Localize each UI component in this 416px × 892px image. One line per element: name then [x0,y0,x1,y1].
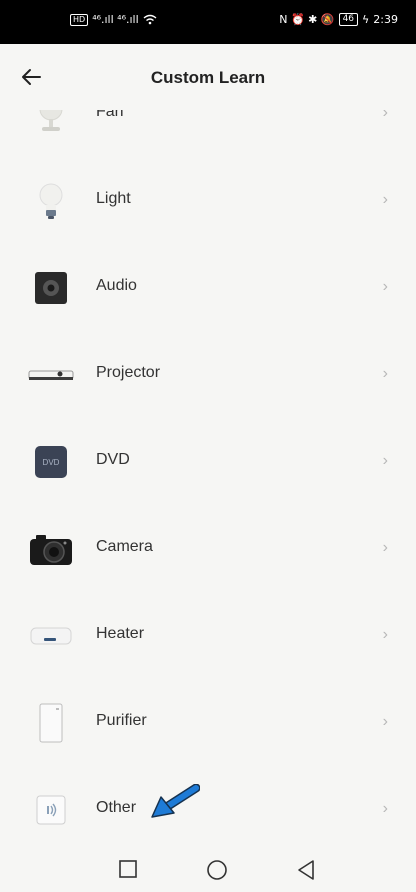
device-label-fan: Fan [96,110,124,120]
system-nav-bar [0,847,416,892]
chevron-right-icon: › [382,365,388,382]
device-list[interactable]: Fan › Light › Audio › Projector › DVD DV… [0,110,416,847]
device-label-camera: Camera [96,538,153,555]
device-row-audio[interactable]: Audio › [0,244,416,331]
dvd-icon-text: DVD [43,458,60,467]
device-label-light: Light [96,190,131,207]
device-row-dvd[interactable]: DVD DVD › [0,418,416,505]
device-row-other[interactable]: Other › [0,766,416,847]
signal-icon: ⁴⁶.ıll ⁴⁶.ıll [92,13,139,26]
chevron-right-icon: › [382,713,388,730]
projector-icon [27,353,75,397]
status-time: 2:39 [373,13,398,26]
chevron-right-icon: › [382,452,388,469]
status-bar: HD ⁴⁶.ıll ⁴⁶.ıll N ⏰ ✱ 🔕 46 ϟ 2:39 [0,0,416,44]
device-label-purifier: Purifier [96,712,147,729]
header: Custom Learn [0,44,416,110]
chevron-right-icon: › [382,110,388,121]
device-row-projector[interactable]: Projector › [0,331,416,418]
square-icon [119,860,137,878]
device-label-other: Other [96,799,137,816]
status-right: N ⏰ ✱ 🔕 46 ϟ 2:39 [279,13,398,26]
triangle-back-icon [298,860,314,880]
device-row-light[interactable]: Light › [0,157,416,244]
purifier-icon [27,701,75,745]
hd-badge: HD [70,13,89,26]
back-nav-button[interactable] [296,859,316,886]
dvd-icon: DVD [27,440,75,484]
chevron-right-icon: › [382,626,388,643]
light-bulb-icon [27,179,75,223]
wifi-icon [143,14,157,25]
remote-signal-icon [27,788,75,832]
status-icons: N ⏰ ✱ 🔕 [279,13,335,26]
chevron-right-icon: › [382,539,388,556]
chevron-right-icon: › [382,191,388,208]
device-list-inner: Fan › Light › Audio › Projector › DVD DV… [0,110,416,847]
device-row-heater[interactable]: Heater › [0,592,416,679]
fan-icon [27,110,75,136]
circle-icon [207,860,227,880]
camera-icon [27,527,75,571]
device-label-audio: Audio [96,277,137,294]
device-row-fan[interactable]: Fan › [0,110,416,157]
chevron-right-icon: › [382,278,388,295]
device-label-dvd: DVD [96,451,130,468]
page-title: Custom Learn [150,68,266,87]
device-row-purifier[interactable]: Purifier › [0,679,416,766]
speaker-icon [27,266,75,310]
device-row-camera[interactable]: Camera › [0,505,416,592]
device-label-heater: Heater [96,625,145,642]
pointer-arrow-icon [148,783,201,825]
device-label-projector: Projector [96,364,161,381]
battery-icon: 46 [338,13,359,26]
chevron-right-icon: › [382,800,388,817]
charging-icon: ϟ [362,13,370,26]
status-left: HD ⁴⁶.ıll ⁴⁶.ıll [70,13,157,26]
recent-apps-button[interactable] [118,859,138,884]
heater-icon [27,614,75,658]
home-button[interactable] [206,859,228,886]
